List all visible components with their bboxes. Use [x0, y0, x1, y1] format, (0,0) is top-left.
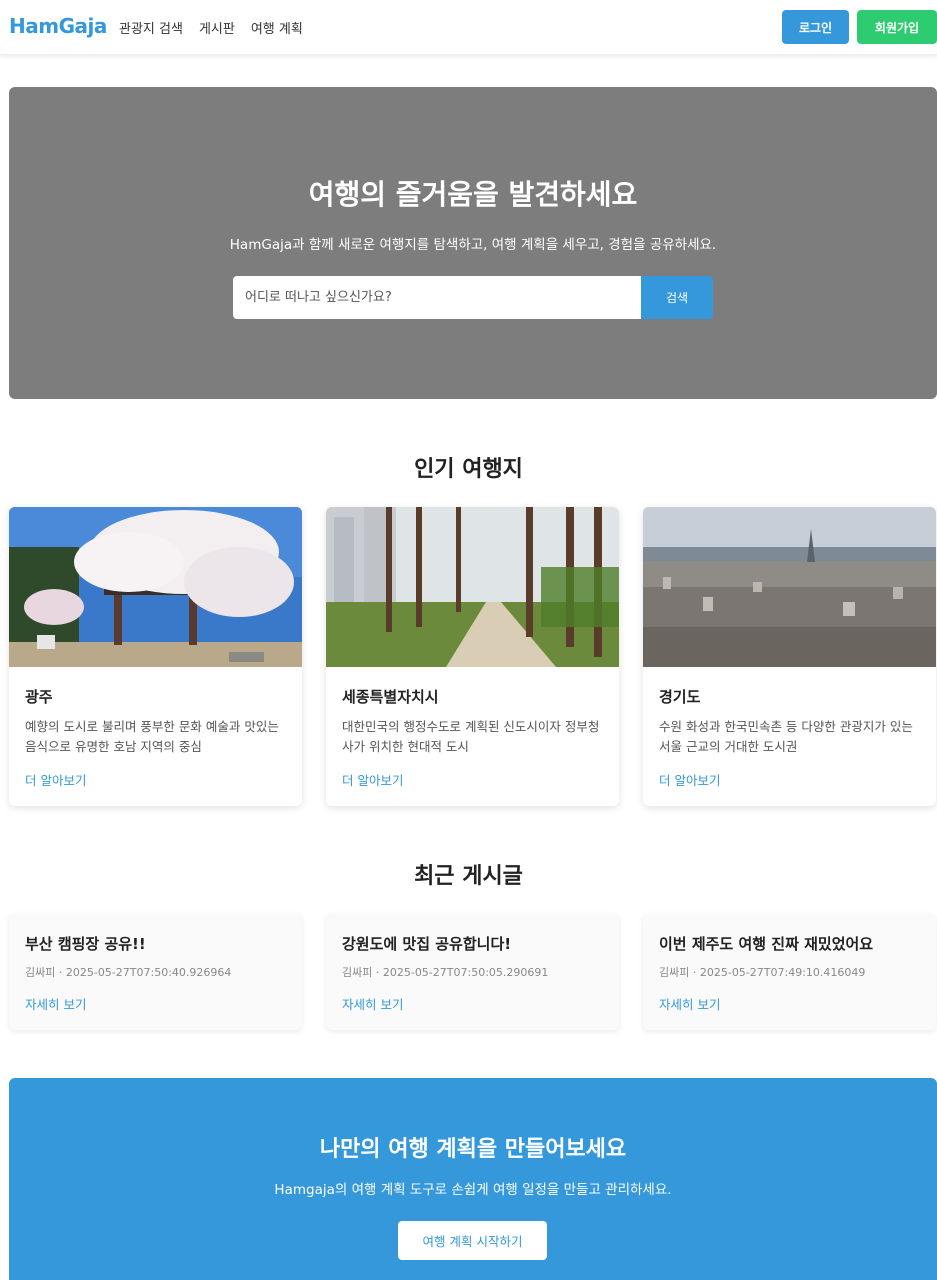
- learn-more-link[interactable]: 더 알아보기: [25, 770, 86, 789]
- gyeonggi-photo: [643, 507, 936, 667]
- site-logo[interactable]: HamGaja: [9, 14, 107, 38]
- signup-button[interactable]: 회원가입: [857, 10, 937, 44]
- post-title: 부산 캠핑장 공유!!: [25, 935, 146, 953]
- destination-search-input[interactable]: [233, 276, 641, 319]
- destination-card[interactable]: 경기도 수원 화성과 한국민속촌 등 다양한 관광지가 있는 서울 근교의 거대…: [643, 507, 936, 806]
- view-post-link[interactable]: 자세히 보기: [342, 994, 403, 1013]
- learn-more-link[interactable]: 더 알아보기: [342, 770, 403, 789]
- top-header: HamGaja 관광지 검색 게시판 여행 계획 로그인 회원가입: [0, 0, 937, 55]
- view-post-link[interactable]: 자세히 보기: [25, 994, 86, 1013]
- destination-card[interactable]: 세종특별자치시 대한민국의 행정수도로 계획된 신도시이자 정부청사가 위치한 …: [326, 507, 619, 806]
- post-title: 강원도에 맛집 공유합니다!: [342, 935, 512, 953]
- destination-name: 광주: [25, 688, 53, 706]
- search-button[interactable]: 검색: [641, 276, 713, 319]
- cta-subtitle: Hamgaja의 여행 계획 도구로 손쉽게 여행 일정을 만들고 관리하세요.: [274, 1182, 672, 1198]
- recent-posts-section-title: 최근 게시글: [414, 864, 523, 889]
- main-nav: 관광지 검색 게시판 여행 계획: [119, 18, 303, 37]
- destination-name: 경기도: [659, 688, 701, 706]
- post-meta: 김싸피 · 2025-05-27T07:50:40.926964: [25, 966, 232, 979]
- post-card[interactable]: 이번 제주도 여행 진짜 재밌었어요 김싸피 · 2025-05-27T07:4…: [643, 913, 936, 1030]
- sejong-photo: [326, 507, 619, 667]
- destination-description: 예향의 도시로 불리며 풍부한 문화 예술과 맛있는 음식으로 유명한 호남 지…: [25, 719, 279, 754]
- popular-section-title: 인기 여행지: [414, 457, 523, 482]
- hero-title: 여행의 즐거움을 발견하세요: [308, 178, 638, 211]
- cta-title: 나만의 여행 계획을 만들어보세요: [319, 1137, 627, 1162]
- post-card[interactable]: 강원도에 맛집 공유합니다! 김싸피 · 2025-05-27T07:50:05…: [326, 913, 619, 1030]
- destination-description: 대한민국의 행정수도로 계획된 신도시이자 정부청사가 위치한 현대적 도시: [342, 719, 600, 754]
- nav-item-board[interactable]: 게시판: [199, 18, 235, 37]
- gwangju-photo: [9, 507, 302, 667]
- login-button[interactable]: 로그인: [782, 10, 849, 44]
- learn-more-link[interactable]: 더 알아보기: [659, 770, 720, 789]
- nav-item-travel-plan[interactable]: 여행 계획: [251, 18, 303, 37]
- destination-card[interactable]: 광주 예향의 도시로 불리며 풍부한 문화 예술과 맛있는 음식으로 유명한 호…: [9, 507, 302, 806]
- hero-banner: 여행의 즐거움을 발견하세요 HamGaja과 함께 새로운 여행지를 탐색하고…: [9, 87, 937, 399]
- post-meta: 김싸피 · 2025-05-27T07:49:10.416049: [659, 966, 866, 979]
- destination-name: 세종특별자치시: [342, 688, 439, 706]
- start-travel-plan-button[interactable]: 여행 계획 시작하기: [398, 1221, 547, 1260]
- hero-subtitle: HamGaja과 함께 새로운 여행지를 탐색하고, 여행 계획을 세우고, 경…: [229, 237, 717, 253]
- post-meta: 김싸피 · 2025-05-27T07:50:05.290691: [342, 966, 549, 979]
- post-title: 이번 제주도 여행 진짜 재밌었어요: [659, 935, 874, 953]
- travel-plan-cta: 나만의 여행 계획을 만들어보세요 Hamgaja의 여행 계획 도구로 손쉽게…: [9, 1078, 937, 1280]
- post-card[interactable]: 부산 캠핑장 공유!! 김싸피 · 2025-05-27T07:50:40.92…: [9, 913, 302, 1030]
- view-post-link[interactable]: 자세히 보기: [659, 994, 720, 1013]
- nav-item-attraction-search[interactable]: 관광지 검색: [119, 18, 183, 37]
- destination-description: 수원 화성과 한국민속촌 등 다양한 관광지가 있는 서울 근교의 거대한 도시…: [659, 719, 913, 754]
